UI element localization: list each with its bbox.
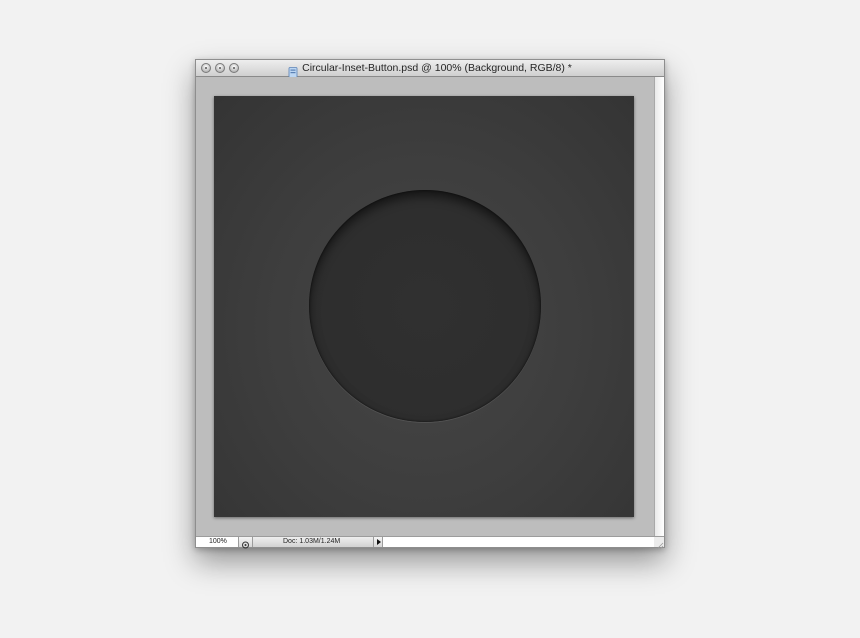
circular-inset-button <box>309 190 541 422</box>
resize-grip-icon[interactable] <box>654 537 664 550</box>
document-viewport[interactable] <box>196 77 655 537</box>
horizontal-scrollbar[interactable] <box>383 537 654 547</box>
navigator-icon[interactable] <box>239 537 253 549</box>
document-canvas[interactable] <box>214 96 634 517</box>
psd-file-icon <box>288 63 298 78</box>
document-size-info: Doc: 1.03M/1.24M <box>253 537 374 547</box>
vertical-scrollbar[interactable] <box>654 77 664 537</box>
window-title: Circular-Inset-Button.psd @ 100% (Backgr… <box>302 62 572 74</box>
document-window: Circular-Inset-Button.psd @ 100% (Backgr… <box>195 59 665 550</box>
status-bar: 100% Doc: 1.03M/1.24M <box>196 536 664 550</box>
title-bar[interactable]: Circular-Inset-Button.psd @ 100% (Backgr… <box>196 60 664 78</box>
status-menu-arrow-icon[interactable] <box>374 537 383 547</box>
zoom-level-field[interactable]: 100% <box>196 537 239 547</box>
